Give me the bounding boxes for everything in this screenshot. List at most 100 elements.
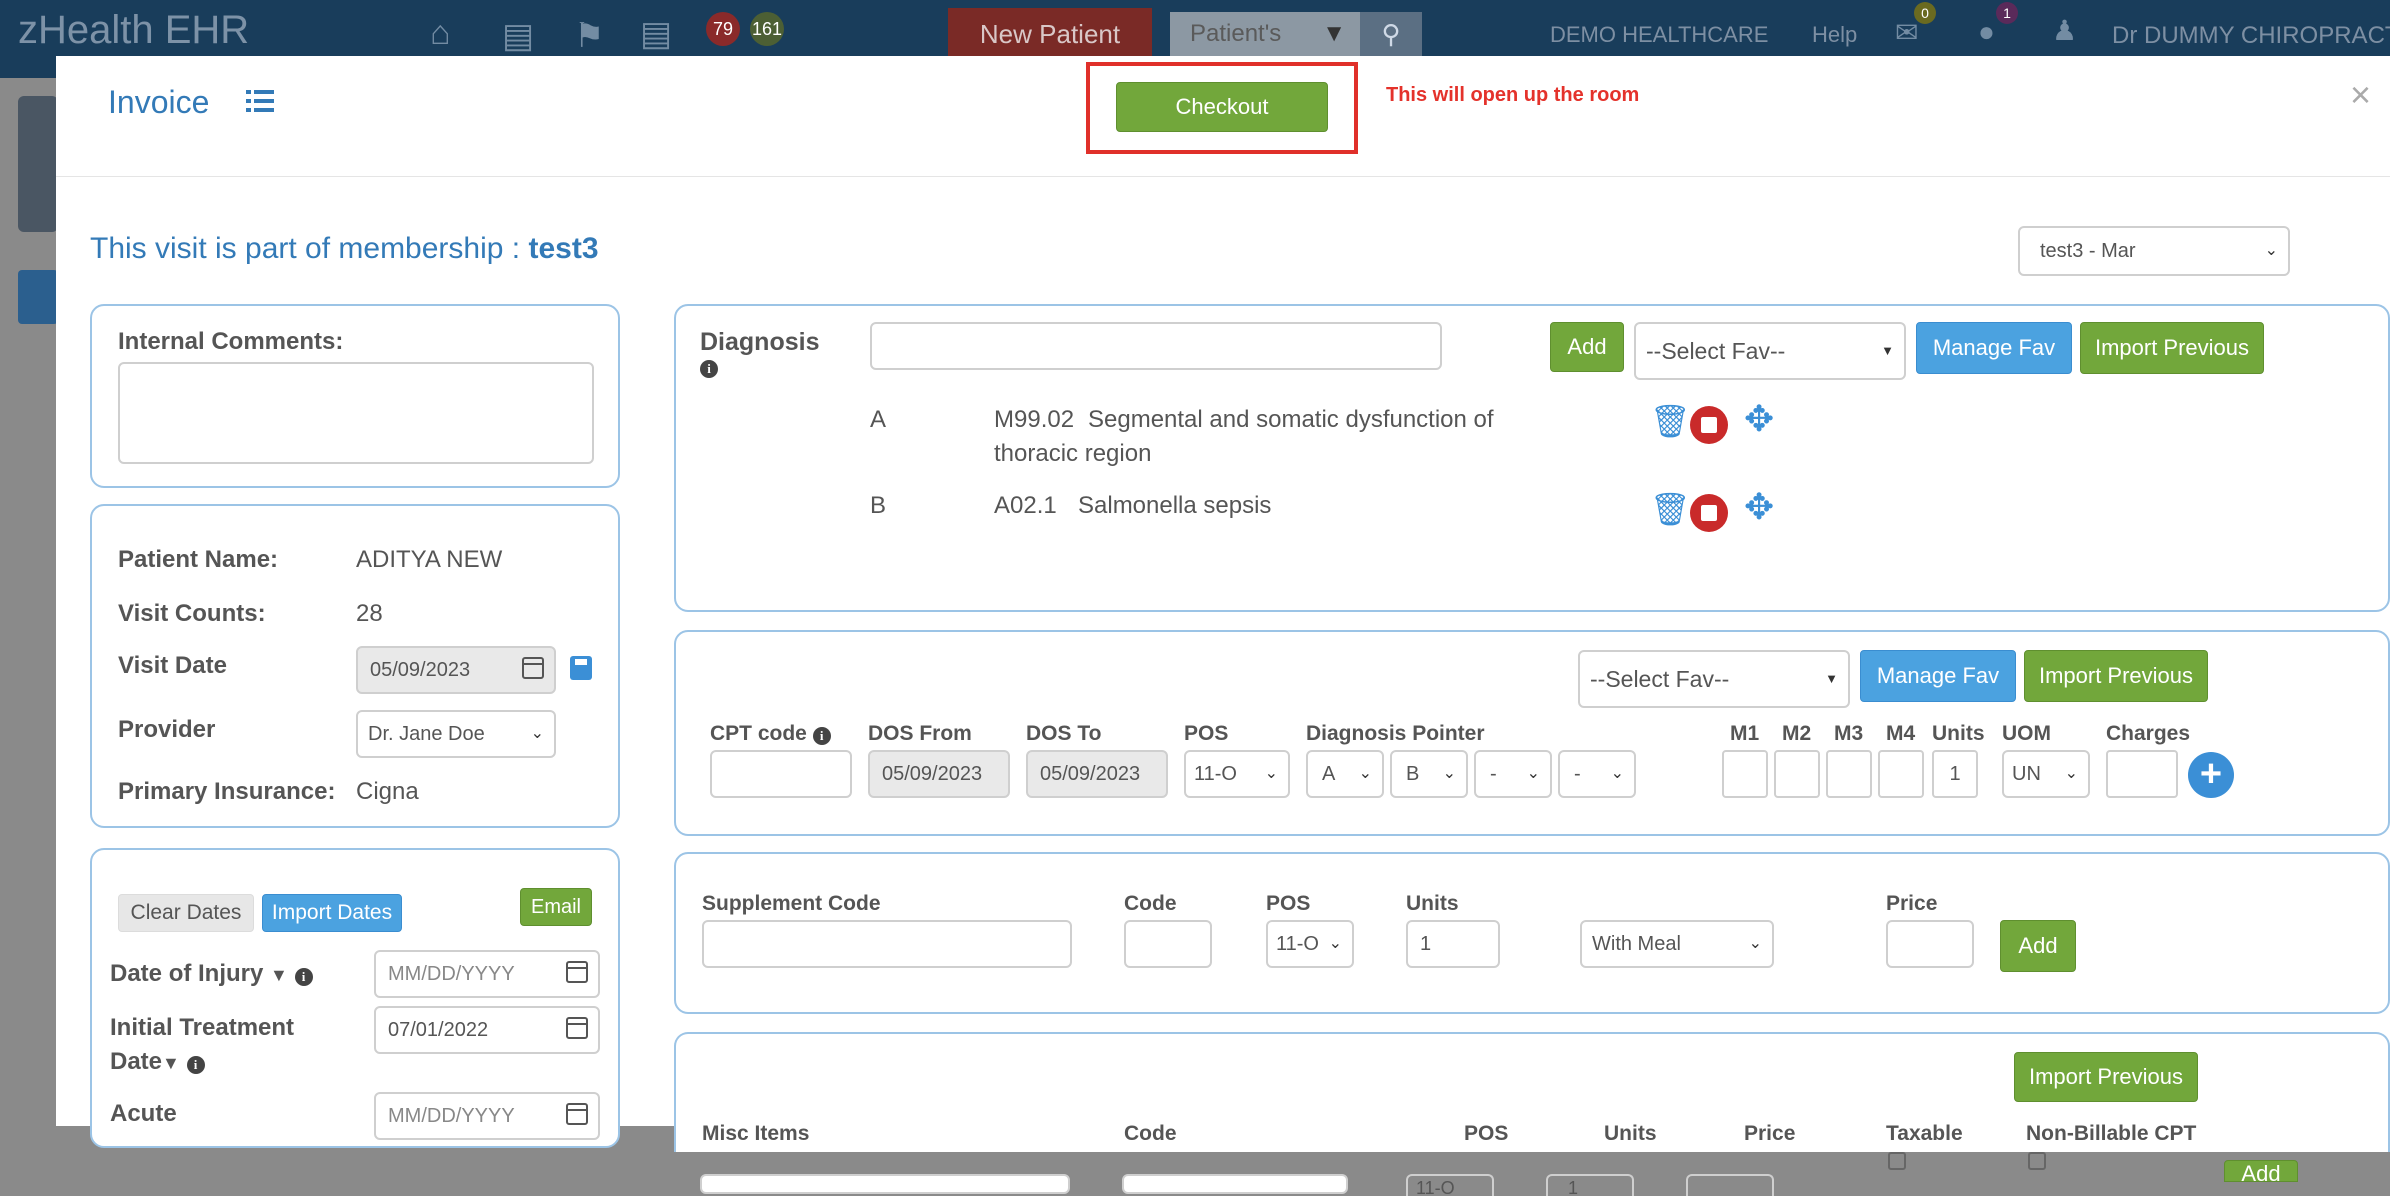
pointer-value-2: B <box>1406 763 1420 785</box>
dos-to-input[interactable]: 05/09/2023 <box>1026 750 1168 798</box>
diagnosis-import-previous-button[interactable]: Import Previous <box>2080 322 2264 374</box>
date-of-injury-input[interactable]: MM/DD/YYYY <box>374 950 600 998</box>
supplement-add-button[interactable]: Add <box>2000 920 2076 972</box>
alerts-badge[interactable]: 79 <box>706 12 740 46</box>
cpt-fav-select[interactable]: --Select Fav-- ▼ <box>1578 650 1850 708</box>
provider-select[interactable]: Dr. Jane Doe ⌄ <box>356 710 556 758</box>
move-icon[interactable]: ✥ <box>1744 398 1774 440</box>
supplement-units-input[interactable]: 1 <box>1406 920 1500 968</box>
caret-down-icon: ▼ <box>1881 343 1894 358</box>
patient-name-label: Patient Name: <box>118 546 279 573</box>
basket-icon[interactable]: ▤ <box>502 16 534 56</box>
misc-units-value: 1 <box>1568 1178 1579 1196</box>
cpt-manage-fav-button[interactable]: Manage Fav <box>1860 650 2016 702</box>
visit-date-input[interactable]: 05/09/2023 <box>356 646 556 694</box>
supplement-code-input[interactable] <box>702 920 1072 968</box>
acute-input[interactable]: MM/DD/YYYY <box>374 1092 600 1140</box>
org-name[interactable]: DEMO HEALTHCARE <box>1550 22 1768 48</box>
chat-badge: 1 <box>1996 2 2018 24</box>
misc-pos-select[interactable]: 11-O <box>1406 1174 1494 1196</box>
new-patient-button[interactable]: New Patient <box>948 8 1152 60</box>
injury-icon: ▼ <box>162 1053 180 1073</box>
save-icon[interactable] <box>570 656 592 680</box>
move-icon[interactable]: ✥ <box>1744 486 1774 528</box>
m1-input[interactable] <box>1722 750 1768 798</box>
modal-title: Invoice <box>108 84 210 120</box>
diagnosis-search-input[interactable] <box>870 322 1442 370</box>
pointer-select-3[interactable]: - ⌄ <box>1474 750 1552 798</box>
misc-add-button[interactable]: Add <box>2224 1160 2298 1182</box>
chat-icon[interactable]: ● <box>1978 16 1995 48</box>
trash-icon[interactable]: 🗑 <box>1650 490 1691 528</box>
membership-select[interactable]: test3 - Mar ⌄ <box>2018 226 2290 276</box>
supplement-pos-select[interactable]: 11-O ⌄ <box>1266 920 1354 968</box>
add-user-icon[interactable]: ♟ <box>2052 14 2077 47</box>
pointer-select-2[interactable]: B ⌄ <box>1390 750 1468 798</box>
info-icon[interactable]: i <box>186 1056 205 1074</box>
m3-input[interactable] <box>1826 750 1872 798</box>
stop-icon[interactable] <box>1690 494 1728 532</box>
taxable-checkbox[interactable] <box>1888 1152 1906 1170</box>
help-link[interactable]: Help <box>1812 22 1857 48</box>
charges-input[interactable] <box>2106 750 2178 798</box>
diagnosis-label: Diagnosis <box>700 328 820 356</box>
pointer-select-4[interactable]: - ⌄ <box>1558 750 1636 798</box>
flag-icon[interactable]: ⚑ <box>574 16 604 56</box>
info-icon[interactable]: i <box>812 727 831 745</box>
checkout-annotation: This will open up the room <box>1386 84 1640 106</box>
add-row-icon[interactable]: + <box>2188 752 2234 798</box>
diagnosis-add-button[interactable]: Add <box>1550 322 1624 372</box>
info-icon[interactable]: i <box>700 360 718 378</box>
patient-panel: Patient Name: ADITYA NEW Visit Counts: 2… <box>90 504 620 828</box>
cpt-pos-select[interactable]: 11-O ⌄ <box>1184 750 1290 798</box>
pointer-select-1[interactable]: A ⌄ <box>1306 750 1384 798</box>
supplement-price-input[interactable] <box>1886 920 1974 968</box>
cpt-units-input[interactable]: 1 <box>1932 750 1978 798</box>
clear-dates-button[interactable]: Clear Dates <box>118 894 254 932</box>
list-icon[interactable] <box>246 88 274 114</box>
misc-code-input[interactable] <box>1122 1174 1348 1194</box>
trash-icon[interactable]: 🗑 <box>1650 402 1691 440</box>
supplement-code-field[interactable] <box>1124 920 1212 968</box>
m2-input[interactable] <box>1774 750 1820 798</box>
initial-treatment-input[interactable]: 07/01/2022 <box>374 1006 600 1054</box>
chevron-down-icon: ⌄ <box>1526 765 1540 782</box>
clipboard-icon[interactable]: ▤ <box>640 14 672 54</box>
info-icon[interactable]: i <box>294 968 313 986</box>
search-icon[interactable]: ⚲ <box>1360 12 1422 56</box>
diagnosis-fav-select[interactable]: --Select Fav-- ▼ <box>1634 322 1906 380</box>
home-icon[interactable]: ⌂ <box>430 14 451 53</box>
misc-units-input[interactable]: 1 <box>1546 1174 1634 1196</box>
uom-select[interactable]: UN ⌄ <box>2002 750 2090 798</box>
non-billable-checkbox[interactable] <box>2028 1152 2046 1170</box>
dos-from-input[interactable]: 05/09/2023 <box>868 750 1010 798</box>
visit-counts: 28 <box>356 600 383 627</box>
patient-select-label: Patient's <box>1190 20 1282 47</box>
m4-input[interactable] <box>1878 750 1924 798</box>
pointer-value-4: - <box>1574 763 1581 785</box>
stop-icon[interactable] <box>1690 406 1728 444</box>
insurance-label: Primary Insurance: <box>118 778 336 805</box>
misc-import-previous-button[interactable]: Import Previous <box>2014 1052 2198 1102</box>
checkout-button[interactable]: Checkout <box>1116 82 1328 132</box>
chevron-down-icon: ⌄ <box>1610 765 1624 782</box>
tasks-badge[interactable]: 161 <box>750 12 784 46</box>
user-name[interactable]: Dr DUMMY CHIROPRACTOR <box>2112 22 2390 50</box>
chevron-down-icon: ⌄ <box>1442 765 1456 782</box>
email-button[interactable]: Email <box>520 888 592 926</box>
membership-text: This visit is part of membership : test3 <box>90 232 599 266</box>
charges-label: Charges <box>2106 722 2191 745</box>
misc-items-input[interactable] <box>700 1174 1070 1194</box>
cpt-code-input[interactable] <box>710 750 852 798</box>
patient-search-select[interactable]: Patient's ▼ <box>1170 12 1360 56</box>
meal-select[interactable]: With Meal ⌄ <box>1580 920 1774 968</box>
misc-price-input[interactable] <box>1686 1174 1774 1196</box>
date-of-injury-label: Date of Injury ▼ i <box>110 960 313 988</box>
date-of-injury-text: Date of Injury <box>110 960 264 987</box>
close-icon[interactable]: × <box>2350 74 2371 116</box>
diagnosis-manage-fav-button[interactable]: Manage Fav <box>1916 322 2072 374</box>
comments-textarea[interactable] <box>118 362 594 464</box>
cpt-import-previous-button[interactable]: Import Previous <box>2024 650 2208 702</box>
import-dates-button[interactable]: Import Dates <box>262 894 402 932</box>
mail-icon[interactable]: ✉ <box>1895 16 1918 49</box>
